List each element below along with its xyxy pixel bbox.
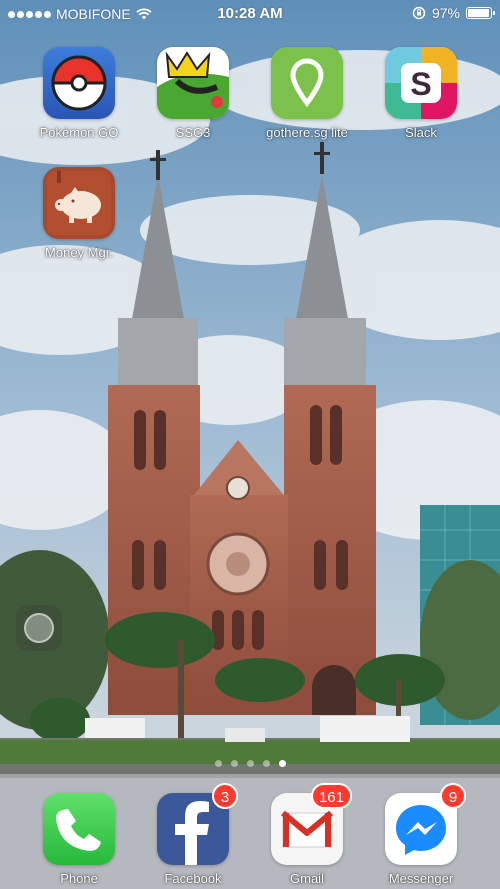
app-pokemon-go[interactable]: Pokémon GO bbox=[24, 47, 134, 140]
app-slack[interactable]: S Slack bbox=[366, 47, 476, 140]
page-dot[interactable] bbox=[262, 760, 270, 767]
map-pin-icon bbox=[271, 47, 343, 119]
phone-icon bbox=[43, 793, 115, 865]
page-indicator[interactable] bbox=[0, 760, 500, 767]
notification-badge: 9 bbox=[440, 783, 466, 809]
dock-app-gmail[interactable]: 161 Gmail bbox=[252, 783, 362, 886]
svg-text:S: S bbox=[410, 66, 431, 102]
dock-app-phone[interactable]: Phone bbox=[24, 793, 134, 886]
page-dot[interactable] bbox=[230, 760, 238, 767]
app-label: SSG3 bbox=[175, 125, 211, 140]
dock-app-messenger[interactable]: 9 Messenger bbox=[366, 783, 476, 886]
notification-badge: 161 bbox=[310, 783, 352, 809]
dock-app-facebook[interactable]: 3 Facebook bbox=[138, 783, 248, 886]
pokeball-icon bbox=[43, 47, 115, 119]
page-dot[interactable] bbox=[246, 760, 254, 767]
app-label: Gmail bbox=[290, 871, 324, 886]
app-gothere-sg-lite[interactable]: gothere.sg lite bbox=[252, 47, 362, 140]
app-label: Money Mgr. bbox=[45, 245, 113, 260]
battery-icon bbox=[466, 7, 495, 19]
piggy-bank-icon bbox=[43, 167, 115, 239]
app-label: Pokémon GO bbox=[39, 125, 119, 140]
ssg3-crown-icon bbox=[157, 47, 229, 119]
app-label: Messenger bbox=[388, 871, 454, 886]
dock: Phone 3 Facebook 161 Gmail 9 Messenger bbox=[0, 774, 500, 889]
page-dot[interactable] bbox=[214, 760, 222, 767]
app-label: gothere.sg lite bbox=[266, 125, 348, 140]
app-label: Phone bbox=[60, 871, 98, 886]
page-dot[interactable] bbox=[278, 760, 286, 767]
assistive-touch-button[interactable] bbox=[16, 605, 62, 651]
app-label: Slack bbox=[405, 125, 437, 140]
app-label: Facebook bbox=[164, 871, 222, 886]
app-money-mgr[interactable]: Money Mgr. bbox=[24, 167, 134, 260]
status-bar: MOBIFONE 10:28 AM 97% bbox=[0, 0, 500, 28]
rotation-lock-icon bbox=[412, 6, 426, 20]
slack-icon: S bbox=[385, 47, 457, 119]
app-ssg3[interactable]: SSG3 bbox=[138, 47, 248, 140]
battery-percent: 97% bbox=[431, 5, 460, 21]
notification-badge: 3 bbox=[212, 783, 238, 809]
